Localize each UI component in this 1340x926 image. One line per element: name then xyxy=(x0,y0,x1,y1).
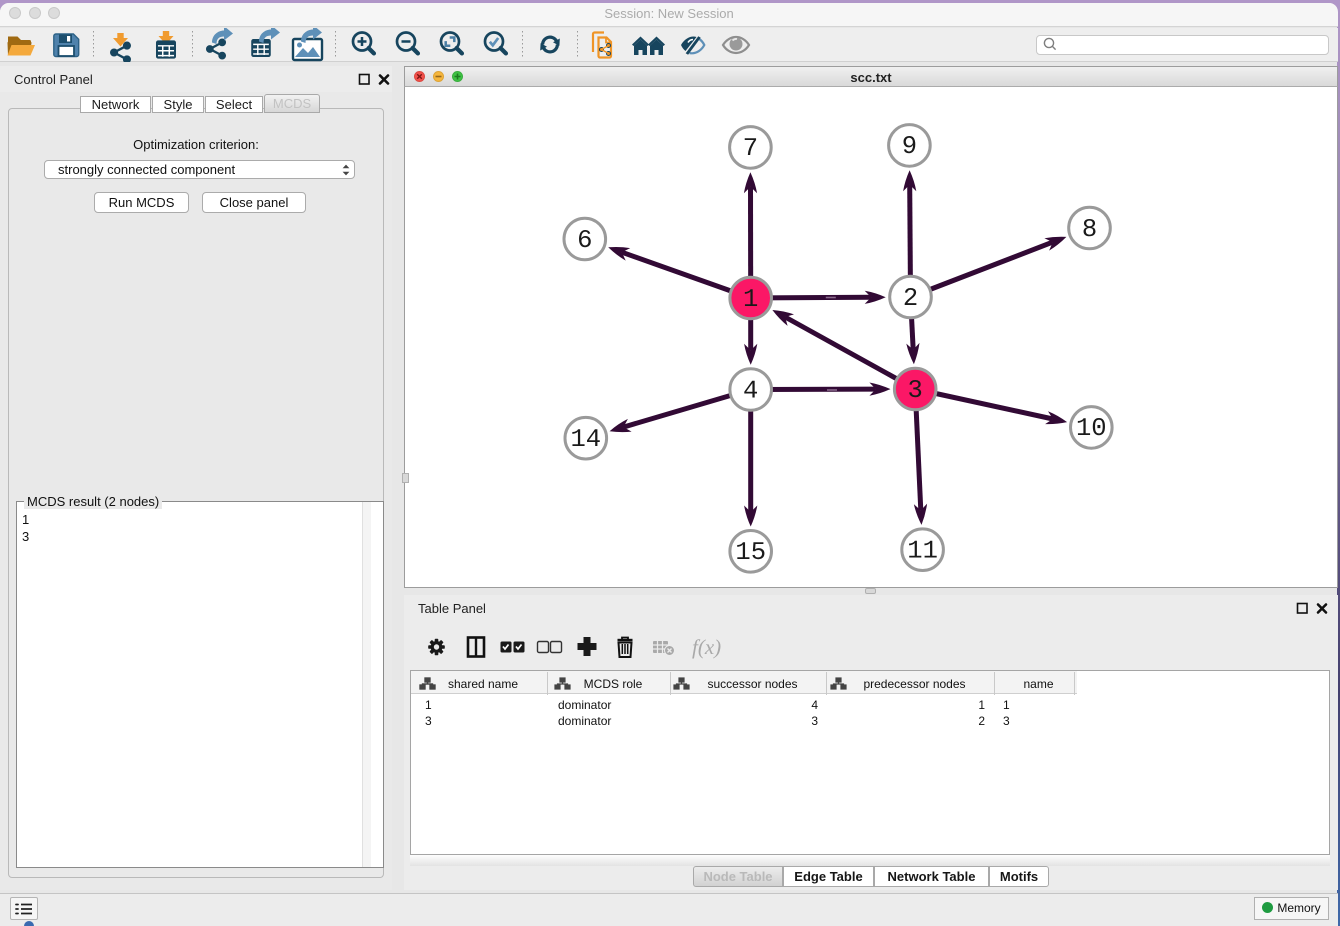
svg-text:7: 7 xyxy=(743,134,758,163)
svg-text:11: 11 xyxy=(907,537,938,566)
svg-text:3: 3 xyxy=(908,376,923,405)
svg-text:9: 9 xyxy=(902,132,917,161)
svg-text:14: 14 xyxy=(570,425,601,454)
svg-text:2: 2 xyxy=(903,284,918,313)
svg-text:8: 8 xyxy=(1082,215,1097,244)
svg-text:10: 10 xyxy=(1076,414,1107,443)
svg-text:6: 6 xyxy=(577,226,592,255)
svg-text:1: 1 xyxy=(743,285,758,314)
svg-text:15: 15 xyxy=(735,538,766,567)
svg-text:f(x): f(x) xyxy=(692,635,721,659)
svg-text:4: 4 xyxy=(743,376,758,405)
